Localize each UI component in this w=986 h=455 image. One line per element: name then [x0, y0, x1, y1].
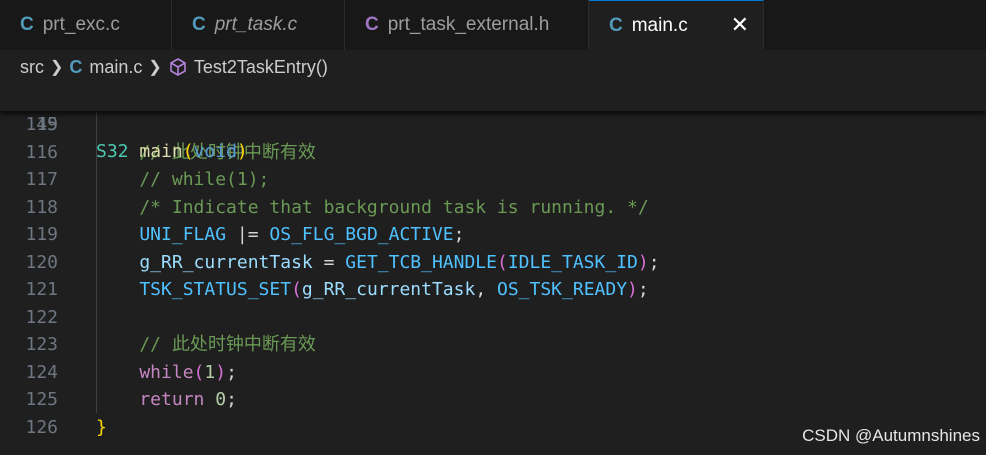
code-line: 122 — [0, 304, 986, 332]
code-token: TSK_STATUS_SET — [96, 279, 292, 300]
code-content[interactable]: while(1); — [96, 359, 237, 386]
tab-label: prt_task.c — [214, 14, 298, 35]
line-number: 123 — [25, 334, 58, 355]
code-token: ) — [627, 279, 638, 300]
watermark: CSDN @Autumnshines — [802, 426, 980, 445]
code-line: 125 return 0; — [0, 386, 986, 414]
code-token: // 此处时钟中断有效 — [96, 334, 316, 355]
tab-label: main.c — [631, 14, 688, 36]
c-file-icon: C — [20, 14, 34, 35]
code-content[interactable]: TSK_STATUS_SET(g_RR_currentTask, OS_TSK_… — [96, 276, 649, 303]
line-number: 122 — [25, 306, 58, 328]
code-token: , — [475, 279, 497, 300]
code-token: return — [96, 389, 205, 410]
code-token: |= — [226, 224, 270, 245]
code-content[interactable]: S32 main(void) — [96, 138, 248, 165]
code-token: ; — [637, 279, 649, 300]
code-token: = — [312, 251, 346, 273]
code-token: OS_TSK_READY — [497, 279, 628, 300]
code-token: ; — [226, 361, 237, 383]
code-token: ; — [648, 251, 660, 273]
code-line: 121 TSK_STATUS_SET(g_RR_currentTask, OS_… — [0, 276, 986, 304]
code-token: // while(1); — [96, 169, 270, 190]
tab-prt-task-external-h[interactable]: C prt_task_external.h — [345, 0, 589, 50]
tab-prt-exc-c[interactable]: C prt_exc.c — [0, 0, 172, 50]
code-token: ) — [637, 251, 649, 273]
code-token: void — [193, 141, 237, 162]
tab-label: prt_exc.c — [42, 14, 120, 35]
breadcrumb-folder[interactable]: src — [20, 57, 44, 78]
code-token: /* Indicate that background task is runn… — [96, 196, 649, 218]
tab-main-c[interactable]: C main.c ✕ — [589, 0, 764, 50]
code-token: } — [96, 416, 107, 438]
code-token: OS_FLG_BGD_ACTIVE — [269, 224, 454, 245]
close-icon[interactable]: ✕ — [731, 13, 749, 38]
code-content[interactable]: // 此处时钟中断有效 — [96, 331, 316, 358]
code-content[interactable]: g_RR_currentTask = GET_TCB_HANDLE(IDLE_T… — [96, 249, 660, 276]
code-line: 119 UNI_FLAG |= OS_FLG_BGD_ACTIVE; — [0, 221, 986, 249]
line-number: 118 — [25, 196, 58, 218]
line-number: 124 — [25, 361, 58, 383]
code-token: ; — [453, 224, 465, 245]
code-content[interactable]: } — [96, 414, 107, 441]
breadcrumb-symbol[interactable]: Test2TaskEntry() — [194, 57, 328, 78]
code-line: 120 g_RR_currentTask = GET_TCB_HANDLE(ID… — [0, 249, 986, 277]
breadcrumb-file[interactable]: main.c — [89, 57, 142, 78]
chevron-right-icon: ❯ — [148, 59, 162, 76]
code-token: ( — [193, 361, 205, 383]
code-token: ) — [215, 361, 227, 383]
c-file-icon: C — [192, 14, 206, 35]
chevron-right-icon: ❯ — [50, 59, 64, 76]
code-content[interactable]: UNI_FLAG |= OS_FLG_BGD_ACTIVE; — [96, 221, 464, 248]
h-file-icon: C — [365, 14, 379, 35]
code-token: ( — [182, 141, 194, 162]
line-number: 125 — [25, 389, 58, 410]
code-token: while — [96, 361, 194, 383]
code-token: UNI_FLAG — [96, 224, 227, 245]
code-token: g_RR_currentTask — [96, 251, 313, 273]
c-file-icon: C — [609, 14, 623, 36]
code-token: 0 — [215, 389, 227, 410]
tab-prt-task-c[interactable]: C prt_task.c — [172, 0, 345, 50]
method-cube-icon — [170, 58, 186, 76]
breadcrumb: src ❯ C main.c ❯ Test2TaskEntry() — [0, 50, 986, 84]
line-number: 119 — [25, 224, 58, 245]
code-token: IDLE_TASK_ID — [507, 251, 638, 273]
editor-tab-bar: C prt_exc.c C prt_task.c C prt_task_exte… — [0, 0, 986, 50]
code-content[interactable]: // while(1); — [96, 166, 269, 193]
code-token: ) — [236, 141, 248, 162]
line-number: 49 — [36, 114, 58, 135]
line-number: 120 — [25, 251, 58, 273]
code-token: ( — [291, 279, 302, 300]
c-file-icon: C — [69, 56, 83, 77]
tab-label: prt_task_external.h — [387, 14, 550, 35]
code-line: 124 while(1); — [0, 359, 986, 387]
code-token: S32 — [96, 141, 129, 162]
code-token: ( — [496, 251, 508, 273]
code-token: 1 — [204, 361, 216, 383]
code-token: GET_TCB_HANDLE — [345, 251, 497, 273]
code-line: 118 /* Indicate that background task is … — [0, 194, 986, 222]
code-line: 115 — [0, 111, 986, 139]
code-line: 117 // while(1); — [0, 166, 986, 194]
code-token: main — [139, 141, 183, 162]
code-line: 123 // 此处时钟中断有效 — [0, 331, 986, 359]
sticky-scroll-header[interactable]: 49 S32 main(void) — [0, 84, 986, 162]
code-content[interactable]: return 0; — [96, 386, 237, 413]
line-number: 121 — [25, 279, 58, 300]
line-number: 126 — [25, 416, 58, 438]
code-content[interactable]: /* Indicate that background task is runn… — [96, 194, 649, 221]
code-token: g_RR_currentTask — [301, 279, 476, 300]
code-line: 49 S32 main(void) — [0, 84, 986, 162]
code-token: ; — [226, 389, 237, 410]
